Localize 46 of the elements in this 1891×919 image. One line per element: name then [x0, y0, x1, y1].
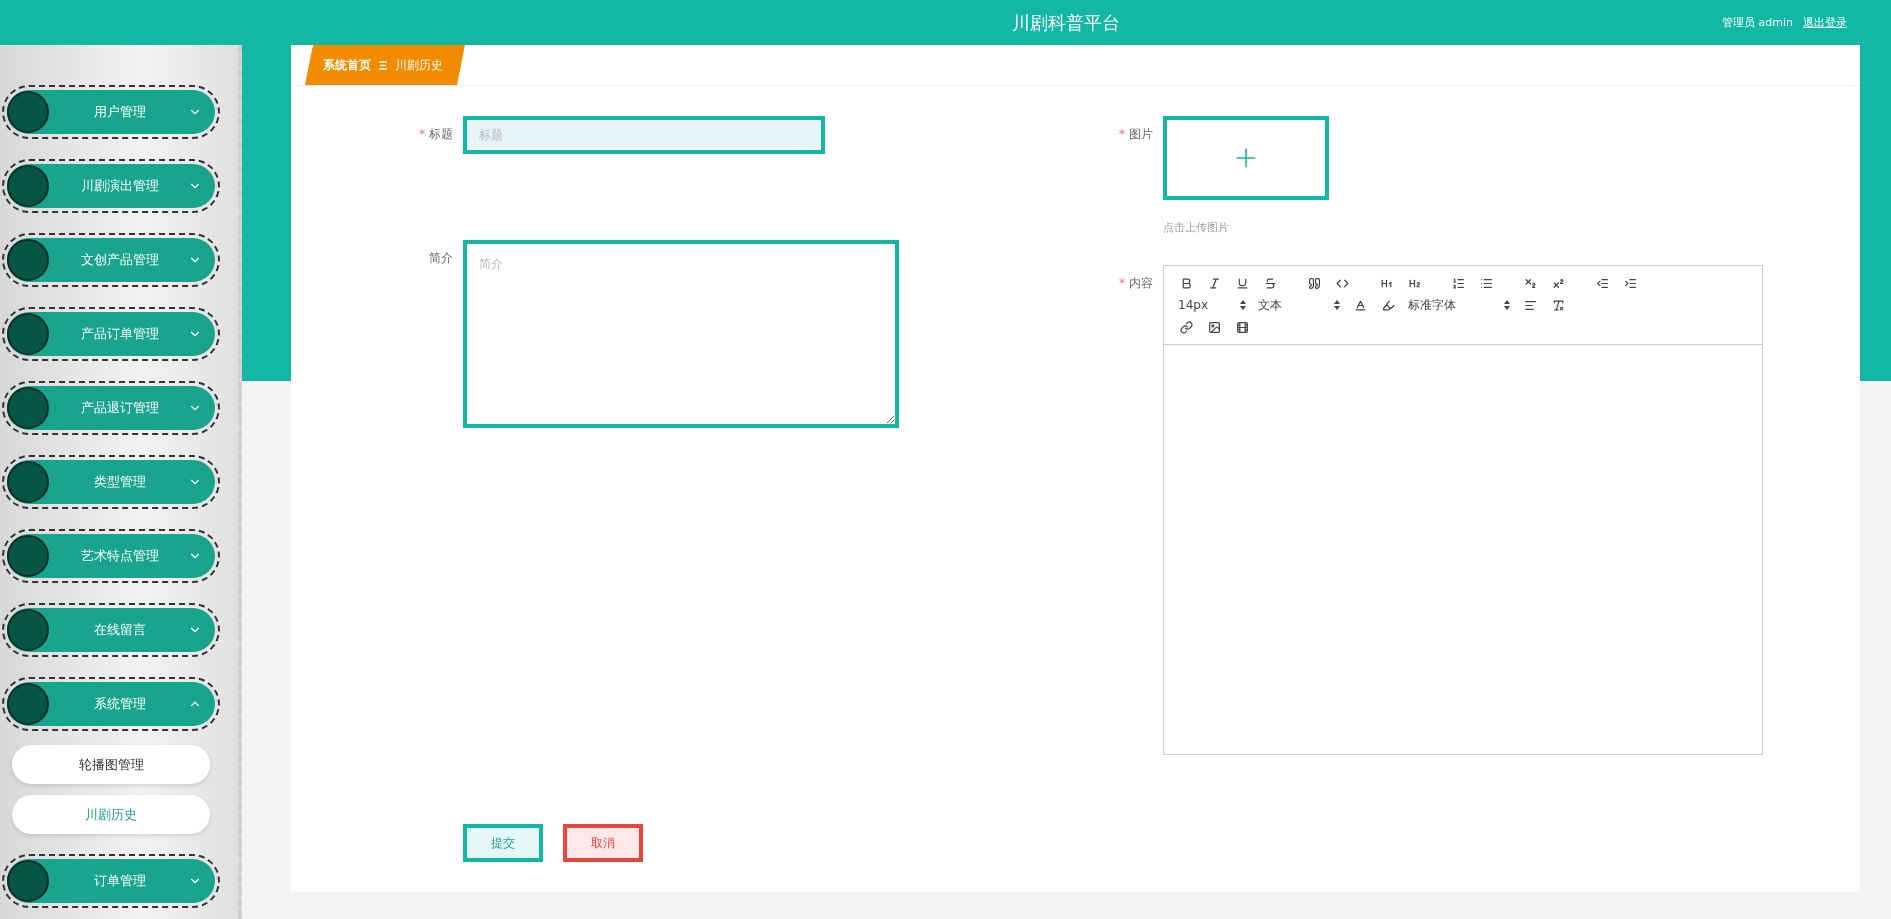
menu-dot-icon [7, 165, 49, 207]
menu-item[interactable]: 产品退订管理 [7, 386, 215, 430]
menu-item[interactable]: 订单管理 [7, 859, 215, 903]
upload-hint: 点击上传图片 [1163, 220, 1230, 235]
submenu-item[interactable]: 轮播图管理 [12, 745, 210, 784]
menu-item[interactable]: 类型管理 [7, 460, 215, 504]
menu-item[interactable]: 艺术特点管理 [7, 534, 215, 578]
breadcrumb-link[interactable]: 系统首页 [323, 56, 371, 74]
menu-item[interactable]: 用户管理 [7, 90, 215, 134]
select-arrows-icon [1504, 300, 1510, 310]
menu-dot-icon [7, 387, 49, 429]
menu-item[interactable]: 文创产品管理 [7, 238, 215, 282]
menu-item[interactable]: 产品订单管理 [7, 312, 215, 356]
logout-link[interactable]: 退出登录 [1803, 15, 1847, 30]
toolbar-select[interactable]: 文本 [1254, 296, 1344, 314]
menu-dot-icon [7, 535, 49, 577]
toolbar-select[interactable]: 14px [1174, 296, 1250, 314]
title-field[interactable]: 标题 [463, 116, 825, 154]
menu-dot-icon [7, 860, 49, 902]
menu-dot-icon [7, 91, 49, 133]
field-label: 简介 [429, 251, 453, 265]
submenu-item[interactable]: 川剧历史 [12, 795, 210, 834]
field-label: 内容 [1129, 276, 1153, 290]
menu-item[interactable]: 在线留言 [7, 608, 215, 652]
summary-field[interactable]: 简介 [463, 240, 899, 428]
breadcrumb-link[interactable]: 川剧历史 [395, 56, 443, 74]
menu-dot-icon [7, 609, 49, 651]
field-label: 图片 [1129, 127, 1153, 141]
cancel-button[interactable]: 取消 [563, 824, 643, 862]
menu-dot-icon [7, 461, 49, 503]
select-arrows-icon [1334, 300, 1340, 310]
menu-dot-icon [7, 683, 49, 725]
field-label: 标题 [429, 127, 453, 141]
submit-button[interactable]: 提交 [463, 824, 543, 862]
menu-item[interactable]: 系统管理 [7, 682, 215, 726]
menu-item[interactable]: 川剧演出管理 [7, 164, 215, 208]
toolbar-select[interactable]: 标准字体 [1404, 296, 1514, 314]
menu-dot-icon [7, 313, 49, 355]
menu-dot-icon [7, 239, 49, 281]
required-mark: * [1119, 276, 1125, 290]
required-mark: * [1119, 127, 1125, 141]
separator-icon [379, 60, 387, 70]
select-arrows-icon [1240, 300, 1246, 310]
required-mark: * [419, 127, 425, 141]
app-title: 川剧科普平台 [1010, 11, 1120, 33]
user-name: 管理员 admin [1722, 15, 1793, 30]
